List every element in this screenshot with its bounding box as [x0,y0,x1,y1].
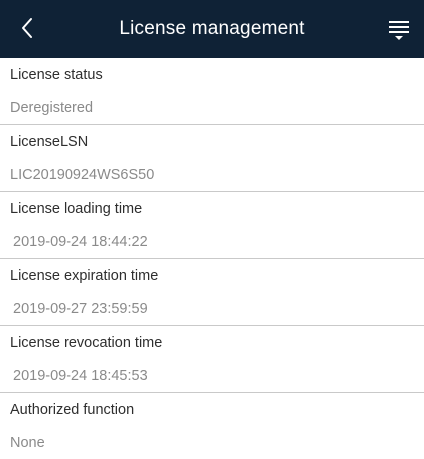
field-value: 2019-09-24 18:45:53 [13,368,148,384]
field-label: LicenseLSN [10,134,89,150]
back-button[interactable] [14,13,40,43]
field-label: License expiration time [10,268,159,284]
menu-icon [389,21,409,40]
license-status-row: License status Deregistered [0,58,424,125]
menu-button[interactable] [386,17,412,43]
field-value: Deregistered [10,100,94,116]
field-value: LIC20190924WS6S50 [10,167,155,183]
field-label: Authorized function [10,402,135,418]
license-revocation-time-row: License revocation time 2019-09-24 18:45… [0,326,424,393]
field-value: 2019-09-24 18:44:22 [13,234,148,250]
field-label: License revocation time [10,335,163,351]
field-value: 2019-09-27 23:59:59 [13,301,148,317]
page-title: License management [119,18,305,39]
license-info-list: License status Deregistered LicenseLSN L… [0,58,424,459]
field-value: None [10,435,45,451]
chevron-left-icon [22,18,32,38]
app-header: License management [0,0,424,58]
field-label: License status [10,67,103,83]
license-loading-time-row: License loading time 2019-09-24 18:44:22 [0,192,424,259]
license-lsn-row: LicenseLSN LIC20190924WS6S50 [0,125,424,192]
authorized-function-row: Authorized function None [0,393,424,459]
field-label: License loading time [10,201,143,217]
license-expiration-time-row: License expiration time 2019-09-27 23:59… [0,259,424,326]
